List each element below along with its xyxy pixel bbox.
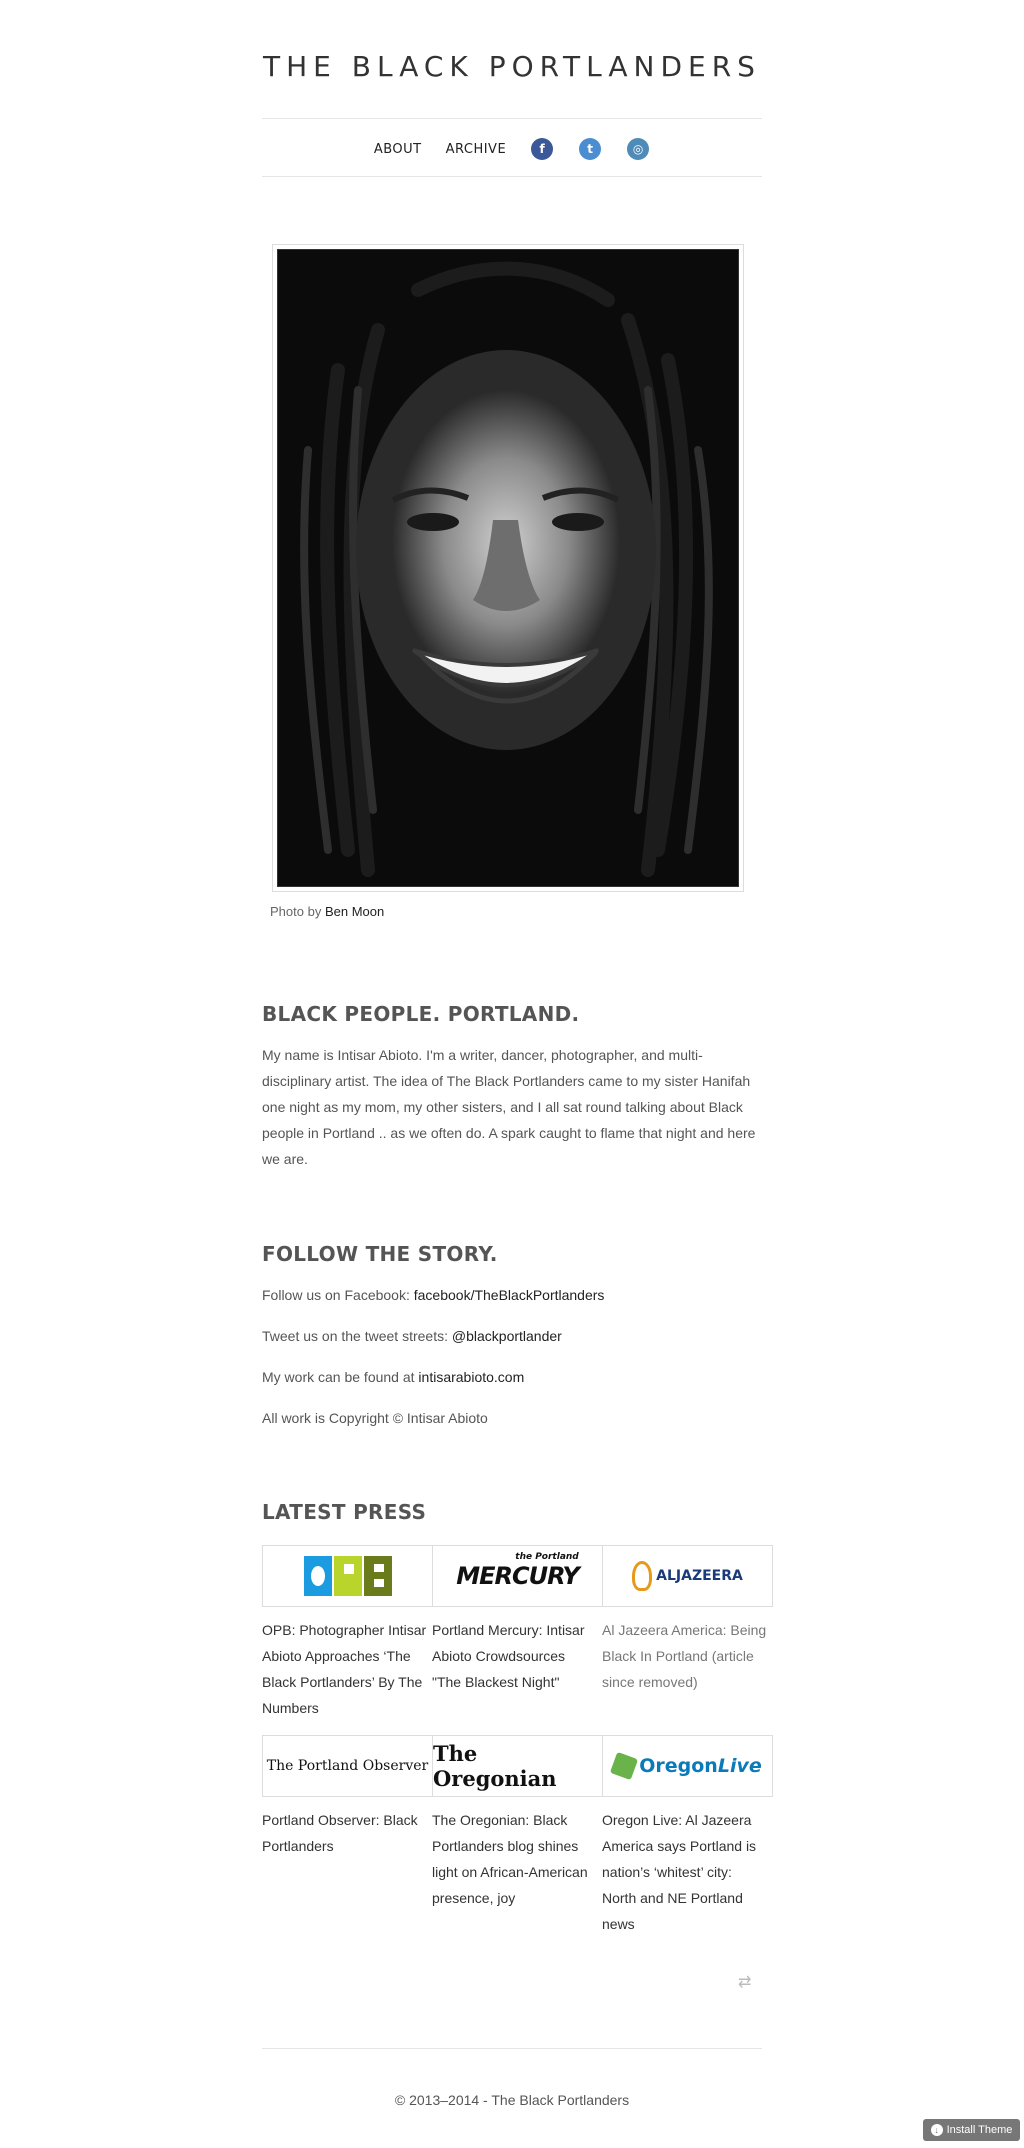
nav-archive-link[interactable]: ARCHIVE	[446, 142, 507, 157]
mercury-logo-mark: the Portland MERCURY	[456, 1552, 580, 1590]
oregonian-logo-mark: The Oregonian	[433, 1741, 557, 1791]
opb-logo-mark	[303, 1556, 392, 1596]
oregonlive-leaf-icon	[610, 1751, 639, 1781]
twitter-icon[interactable]: t	[579, 138, 602, 160]
press-opb-link[interactable]: OPB: Photographer Intisar Abioto Approac…	[262, 1607, 432, 1721]
header-divider-bottom	[262, 176, 762, 177]
oregonian-logo[interactable]: The Oregonian	[432, 1735, 603, 1797]
press-item-opb: OPB: Photographer Intisar Abioto Approac…	[262, 1545, 433, 1721]
header-divider-top	[262, 118, 762, 119]
footer-divider	[262, 2048, 762, 2049]
press-item-oregonlive: OregonLive Oregon Live: Al Jazeera Ameri…	[602, 1735, 773, 1937]
website-link[interactable]: intisarabioto.com	[418, 1369, 524, 1385]
press-heading: LATEST PRESS	[262, 1500, 427, 1524]
download-icon: ↓	[930, 2124, 943, 2136]
install-theme-label: Install Theme	[946, 2124, 1013, 2136]
reblog-icon[interactable]: ⇄	[738, 1972, 751, 1992]
install-theme-button[interactable]: ↓ Install Theme	[923, 2119, 1020, 2141]
footer-copyright: © 2013–2014 - The Black Portlanders	[394, 2092, 630, 2108]
press-grid: OPB: Photographer Intisar Abioto Approac…	[262, 1545, 773, 1937]
follow-facebook-prefix: Follow us on Facebook:	[262, 1287, 410, 1303]
press-row: The Portland Observer Portland Observer:…	[262, 1735, 773, 1937]
oregonlive-logo-mark: OregonLive	[610, 1751, 762, 1781]
facebook-link[interactable]: facebook/TheBlackPortlanders	[414, 1287, 605, 1303]
follow-work-line: My work can be found at intisarabioto.co…	[262, 1364, 762, 1390]
portrait-photo-frame	[272, 244, 744, 892]
opb-logo[interactable]	[262, 1545, 433, 1607]
press-observer-link[interactable]: Portland Observer: Black Portlanders	[262, 1797, 432, 1859]
follow-twitter-line: Tweet us on the tweet streets: @blackpor…	[262, 1323, 762, 1349]
follow-heading: FOLLOW THE STORY.	[262, 1242, 498, 1266]
press-item-mercury: the Portland MERCURY Portland Mercury: In…	[432, 1545, 603, 1721]
main-nav: ABOUT ARCHIVE f t ◎	[262, 134, 762, 164]
mercury-logo[interactable]: the Portland MERCURY	[432, 1545, 603, 1607]
portrait-photo[interactable]	[277, 249, 739, 887]
press-item-aljazeera: ALJAZEERA Al Jazeera America: Being Blac…	[602, 1545, 773, 1721]
aljazeera-logo-mark: ALJAZEERA	[632, 1561, 743, 1591]
press-item-observer: The Portland Observer Portland Observer:…	[262, 1735, 433, 1937]
oregonlive-logo[interactable]: OregonLive	[602, 1735, 773, 1797]
press-aljazeera-text: Al Jazeera America: Being Black In Portl…	[602, 1622, 767, 1690]
press-row: OPB: Photographer Intisar Abioto Approac…	[262, 1545, 773, 1721]
about-body: My name is Intisar Abioto. I'm a writer,…	[262, 1047, 756, 1167]
press-oregonian-link[interactable]: The Oregonian: Black Portlanders blog sh…	[432, 1797, 602, 1911]
follow-twitter-prefix: Tweet us on the tweet streets:	[262, 1328, 448, 1344]
press-mercury-link[interactable]: Portland Mercury: Intisar Abioto Crowdso…	[432, 1607, 602, 1695]
observer-logo[interactable]: The Portland Observer	[262, 1735, 433, 1797]
facebook-icon[interactable]: f	[531, 138, 554, 160]
observer-logo-mark: The Portland Observer	[266, 1758, 429, 1774]
photographer-link[interactable]: Ben Moon	[325, 904, 384, 919]
copyright-line: All work is Copyright © Intisar Abioto	[262, 1410, 488, 1426]
twitter-link[interactable]: @blackportlander	[452, 1328, 562, 1344]
nav-about-link[interactable]: ABOUT	[374, 142, 422, 157]
press-oregonlive-link[interactable]: Oregon Live: Al Jazeera America says Por…	[602, 1797, 772, 1937]
portrait-illustration	[278, 250, 738, 886]
press-item-oregonian: The Oregonian The Oregonian: Black Portl…	[432, 1735, 603, 1937]
aljazeera-emblem-icon	[632, 1561, 653, 1591]
photo-caption-prefix: Photo by	[270, 904, 322, 919]
follow-work-prefix: My work can be found at	[262, 1369, 415, 1385]
instagram-icon[interactable]: ◎	[627, 138, 650, 160]
follow-facebook-line: Follow us on Facebook: facebook/TheBlack…	[262, 1282, 762, 1308]
site-title[interactable]: THE BLACK PORTLANDERS	[262, 50, 762, 83]
about-heading: BLACK PEOPLE. PORTLAND.	[262, 1002, 580, 1026]
aljazeera-logo[interactable]: ALJAZEERA	[602, 1545, 773, 1607]
photo-caption: Photo by Ben Moon	[270, 904, 384, 919]
